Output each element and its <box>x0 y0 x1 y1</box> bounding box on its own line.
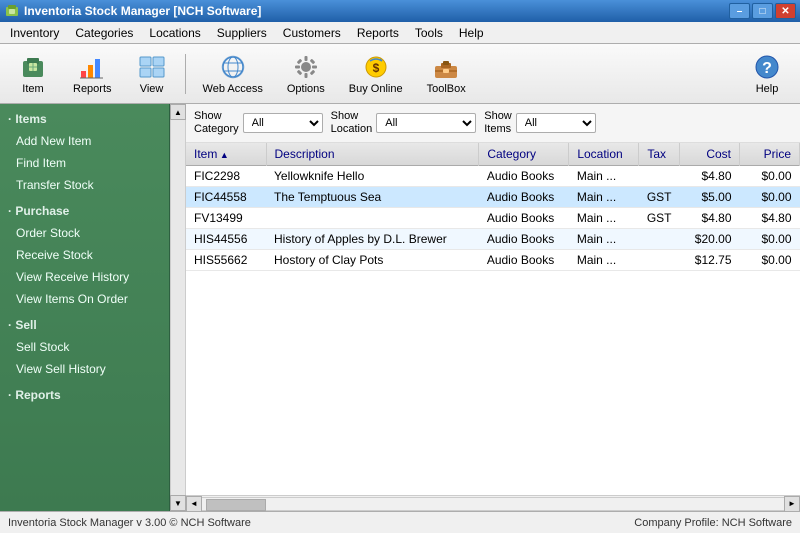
scroll-track[interactable] <box>171 120 185 495</box>
toolbar-toolbox-button[interactable]: ToolBox <box>416 49 477 99</box>
menu-item-locations[interactable]: Locations <box>141 24 208 42</box>
sidebar-item-receive-stock[interactable]: Receive Stock <box>0 244 169 266</box>
buyonline-icon: $ <box>360 53 392 81</box>
table-row[interactable]: FIC44558The Temptuous SeaAudio BooksMain… <box>186 187 800 208</box>
scroll-left-arrow[interactable]: ◄ <box>186 496 202 512</box>
table-row[interactable]: HIS55662Hostory of Clay PotsAudio BooksM… <box>186 250 800 271</box>
items-table: Item Description Category Location Tax C… <box>186 143 800 271</box>
toolbar-buyonline-button[interactable]: $ Buy Online <box>338 49 414 99</box>
col-header-item[interactable]: Item <box>186 143 266 166</box>
toolbar-item-button[interactable]: Item <box>6 49 60 99</box>
table-row[interactable]: FV13499Audio BooksMain ...GST$4.80$4.80 <box>186 208 800 229</box>
category-filter-group: Show Category All <box>194 110 323 136</box>
reports-label: Reports <box>73 83 112 95</box>
table-row[interactable]: HIS44556History of Apples by D.L. Brewer… <box>186 229 800 250</box>
buyonline-label: Buy Online <box>349 83 403 95</box>
col-header-description[interactable]: Description <box>266 143 479 166</box>
separator-1 <box>185 54 186 94</box>
show-location-label-1: Show <box>331 110 373 123</box>
category-select[interactable]: All <box>243 113 323 133</box>
items-filter-group: Show Items All <box>484 110 596 136</box>
window-controls: – □ ✕ <box>729 3 796 19</box>
toolbar-help-button[interactable]: ? Help <box>740 49 794 99</box>
table-row[interactable]: FIC2298Yellowknife HelloAudio BooksMain … <box>186 166 800 187</box>
sidebar-section-items: · Items <box>0 104 169 130</box>
toolbox-icon <box>430 53 462 81</box>
sidebar-item-sell-stock[interactable]: Sell Stock <box>0 336 169 358</box>
menu-item-tools[interactable]: Tools <box>407 24 451 42</box>
item-icon <box>17 53 49 81</box>
horizontal-scrollbar[interactable]: ◄ ► <box>186 495 800 511</box>
menu-item-customers[interactable]: Customers <box>275 24 349 42</box>
menu-item-categories[interactable]: Categories <box>67 24 141 42</box>
show-category-label-2: Category <box>194 123 239 136</box>
reports-icon <box>76 53 108 81</box>
toolbar: Item Reports View <box>0 44 800 104</box>
sidebar-section-purchase: · Purchase <box>0 196 169 222</box>
app-icon <box>4 3 20 19</box>
maximize-button[interactable]: □ <box>752 3 773 19</box>
menu-bar: Inventory Categories Locations Suppliers… <box>0 22 800 44</box>
location-select[interactable]: All <box>376 113 476 133</box>
view-label: View <box>140 83 164 95</box>
show-items-label-2: Items <box>484 123 512 136</box>
help-label: Help <box>756 83 779 95</box>
sidebar-item-transfer-stock[interactable]: Transfer Stock <box>0 174 169 196</box>
options-icon <box>290 53 322 81</box>
window-title: Inventoria Stock Manager [NCH Software] <box>24 4 729 18</box>
options-label: Options <box>287 83 325 95</box>
filter-bar: Show Category All Show Location All Show <box>186 104 800 143</box>
show-items-label-1: Show <box>484 110 512 123</box>
toolbar-reports-button[interactable]: Reports <box>62 49 123 99</box>
item-label: Item <box>22 83 43 95</box>
scroll-down-arrow[interactable]: ▼ <box>170 495 186 511</box>
content-area: Show Category All Show Location All Show <box>186 104 800 511</box>
col-header-category[interactable]: Category <box>479 143 569 166</box>
toolbox-label: ToolBox <box>427 83 466 95</box>
sidebar-section-reports: · Reports <box>0 380 169 406</box>
col-header-price[interactable]: Price <box>740 143 800 166</box>
sidebar-item-view-receive-history[interactable]: View Receive History <box>0 266 169 288</box>
show-category-label-1: Show <box>194 110 239 123</box>
toolbar-options-button[interactable]: Options <box>276 49 336 99</box>
help-icon: ? <box>751 53 783 81</box>
menu-item-inventory[interactable]: Inventory <box>2 24 67 42</box>
webaccess-label: Web Access <box>203 83 263 95</box>
toolbar-view-button[interactable]: View <box>125 49 179 99</box>
sidebar-item-find-item[interactable]: Find Item <box>0 152 169 174</box>
sidebar-item-view-sell-history[interactable]: View Sell History <box>0 358 169 380</box>
show-location-label-2: Location <box>331 123 373 136</box>
svg-text:?: ? <box>762 60 772 77</box>
col-header-tax[interactable]: Tax <box>639 143 680 166</box>
menu-item-reports[interactable]: Reports <box>349 24 407 42</box>
minimize-button[interactable]: – <box>729 3 750 19</box>
menu-item-help[interactable]: Help <box>451 24 492 42</box>
view-icon <box>136 53 168 81</box>
sidebar-item-order-stock[interactable]: Order Stock <box>0 222 169 244</box>
webaccess-icon <box>217 53 249 81</box>
sidebar-scrollbar[interactable]: ▲ ▼ <box>170 104 186 511</box>
items-select[interactable]: All <box>516 113 596 133</box>
col-header-location[interactable]: Location <box>569 143 639 166</box>
scroll-thumb-h[interactable] <box>206 499 266 511</box>
svg-text:$: $ <box>372 61 379 75</box>
main-area: · Items Add New Item Find Item Transfer … <box>0 104 800 511</box>
title-bar: Inventoria Stock Manager [NCH Software] … <box>0 0 800 22</box>
toolbar-webaccess-button[interactable]: Web Access <box>192 49 274 99</box>
sidebar-item-add-new-item[interactable]: Add New Item <box>0 130 169 152</box>
scroll-track-h[interactable] <box>202 497 784 511</box>
col-header-cost[interactable]: Cost <box>680 143 740 166</box>
location-filter-group: Show Location All <box>331 110 477 136</box>
scroll-up-arrow[interactable]: ▲ <box>170 104 186 120</box>
sidebar: · Items Add New Item Find Item Transfer … <box>0 104 170 511</box>
status-bar: Inventoria Stock Manager v 3.00 © NCH So… <box>0 511 800 533</box>
sidebar-item-view-items-on-order[interactable]: View Items On Order <box>0 288 169 310</box>
items-table-container: Item Description Category Location Tax C… <box>186 143 800 495</box>
close-button[interactable]: ✕ <box>775 3 796 19</box>
menu-item-suppliers[interactable]: Suppliers <box>209 24 275 42</box>
scroll-right-arrow[interactable]: ► <box>784 496 800 512</box>
status-left: Inventoria Stock Manager v 3.00 © NCH So… <box>8 517 634 529</box>
status-right: Company Profile: NCH Software <box>634 517 792 529</box>
sidebar-section-sell: · Sell <box>0 310 169 336</box>
